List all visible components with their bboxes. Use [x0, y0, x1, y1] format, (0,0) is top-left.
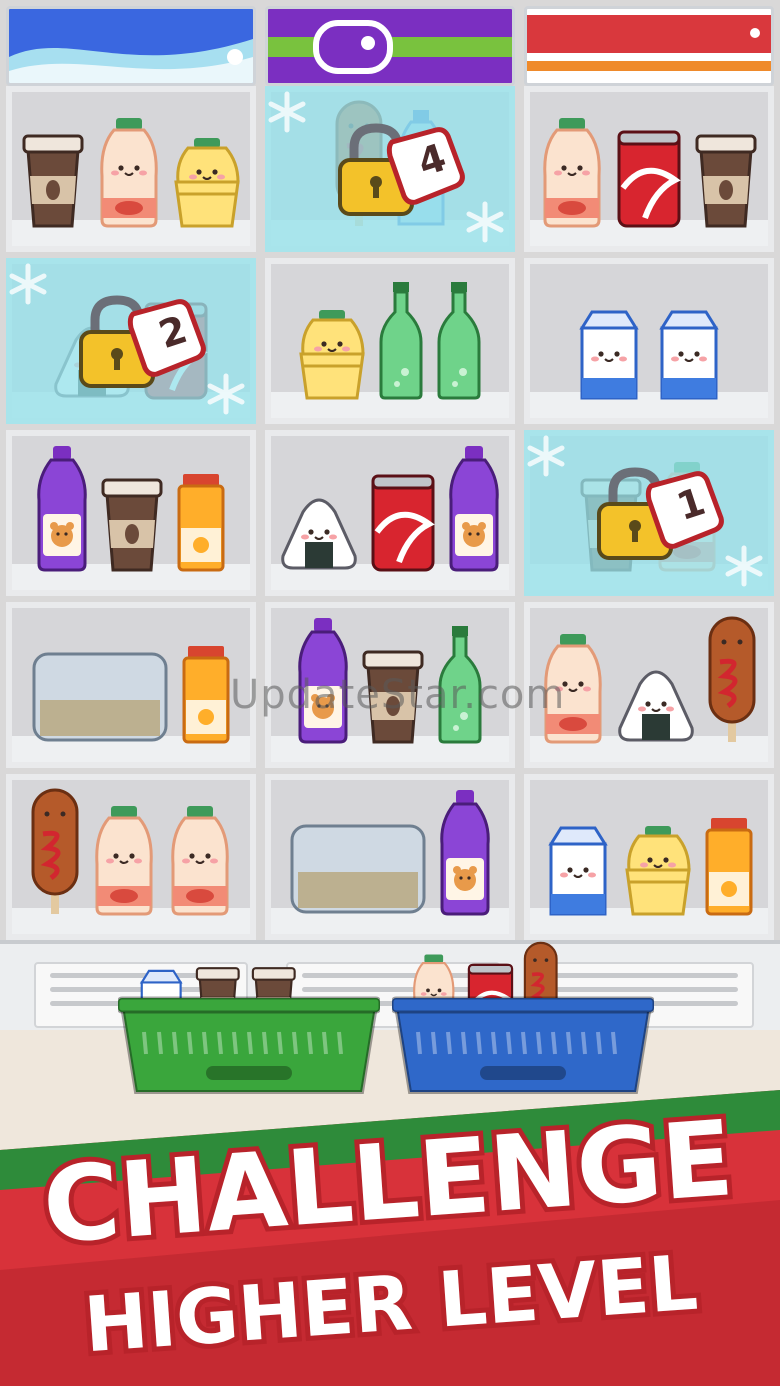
grape-juice-bottle-icon	[440, 790, 490, 916]
grape-juice-bottle-item[interactable]	[447, 444, 501, 576]
shelf-back	[530, 264, 768, 392]
store-sign-purple	[265, 6, 515, 86]
shelf-r3-c3[interactable]: 1	[524, 430, 774, 596]
store-sign-red	[524, 6, 774, 86]
yogurt-bottle-item[interactable]	[167, 804, 233, 920]
shelf-r1-c2[interactable]: 4	[265, 86, 515, 252]
orange-juice-bottle-icon	[705, 818, 753, 916]
yogurt-bottle-item[interactable]	[96, 116, 162, 232]
shelf-r5-c3[interactable]	[524, 774, 774, 940]
shelf-r3-c1[interactable]	[6, 430, 256, 596]
onigiri-icon	[281, 498, 357, 570]
onigiri-item[interactable]	[616, 668, 696, 748]
pudding-cup-icon	[174, 138, 240, 228]
cola-can-icon	[617, 130, 681, 228]
stripe-sign-icon	[527, 15, 771, 71]
yogurt-bottle-icon	[100, 118, 158, 228]
milk-carton-item[interactable]	[574, 308, 644, 404]
shelf-r2-c1[interactable]: 2	[6, 258, 256, 424]
lock-1[interactable]: 1	[595, 466, 725, 566]
cola-can-icon	[371, 474, 435, 572]
challenge-banner: CHALLENGE HIGHER LEVEL	[0, 1090, 780, 1386]
pudding-cup-icon	[299, 310, 365, 400]
milk-carton-icon	[548, 826, 608, 916]
corn-dog-icon	[31, 788, 79, 914]
milk-carton-icon	[579, 310, 639, 400]
grape-juice-bottle-icon	[449, 446, 499, 572]
cola-can-item[interactable]	[369, 472, 437, 576]
yogurt-bottle-item[interactable]	[91, 804, 157, 920]
orange-juice-bottle-item[interactable]	[703, 816, 755, 920]
pudding-cup-item[interactable]	[297, 308, 367, 404]
coffee-cup-item[interactable]	[99, 470, 165, 576]
watermark: UpdateStar.com	[230, 672, 566, 718]
lock-2[interactable]: 2	[77, 294, 207, 394]
basket-body	[116, 992, 382, 1102]
grape-juice-bottle-item[interactable]	[438, 788, 492, 920]
orange-juice-bottle-item[interactable]	[180, 644, 232, 748]
green-soda-bottle-icon	[437, 282, 481, 400]
basket-body	[390, 992, 656, 1102]
shelf-r2-c3[interactable]	[524, 258, 774, 424]
yogurt-bottle-icon	[171, 806, 229, 916]
cola-can-item[interactable]	[615, 128, 683, 232]
yogurt-bottle-icon	[543, 118, 601, 228]
basket-icon	[116, 996, 382, 1094]
lock-4[interactable]: 4	[336, 122, 466, 222]
shelf-r5-c1[interactable]	[6, 774, 256, 940]
shelf-r1-c3[interactable]	[524, 86, 774, 252]
green-soda-bottle-icon	[379, 282, 423, 400]
coffee-cup-icon	[695, 134, 757, 228]
basket-icon	[390, 996, 656, 1094]
grape-juice-bottle-icon	[37, 446, 87, 572]
wave-sign-icon	[9, 39, 253, 83]
shelf-floor	[530, 392, 768, 418]
green-basket[interactable]	[116, 942, 382, 1102]
coffee-cup-icon	[101, 478, 163, 572]
milk-carton-icon	[659, 310, 719, 400]
pudding-cup-item[interactable]	[172, 136, 242, 232]
shelf-r3-c2[interactable]	[265, 430, 515, 596]
grape-juice-bottle-item[interactable]	[35, 444, 89, 576]
milk-carton-item[interactable]	[654, 308, 724, 404]
corn-dog-item[interactable]	[29, 786, 81, 920]
pill-sign-icon	[268, 20, 512, 74]
coffee-cup-icon	[22, 134, 84, 228]
juice-pack-item[interactable]	[288, 822, 428, 920]
orange-juice-bottle-icon	[177, 474, 225, 572]
orange-juice-bottle-item[interactable]	[175, 472, 227, 576]
shelf-r4-c1[interactable]	[6, 602, 256, 768]
juice-pack-item[interactable]	[30, 650, 170, 748]
onigiri-icon	[618, 670, 694, 742]
green-soda-bottle-item[interactable]	[377, 280, 425, 404]
shelf-r5-c2[interactable]	[265, 774, 515, 940]
corn-dog-item[interactable]	[706, 614, 758, 748]
shelf-r2-c2[interactable]	[265, 258, 515, 424]
green-soda-bottle-item[interactable]	[435, 280, 483, 404]
onigiri-item[interactable]	[279, 496, 359, 576]
yogurt-bottle-icon	[95, 806, 153, 916]
milk-carton-item[interactable]	[543, 824, 613, 920]
juice-pack-icon	[290, 824, 426, 914]
coffee-cup-item[interactable]	[693, 126, 759, 232]
shelf-r1-c1[interactable]	[6, 86, 256, 252]
store-sign-blue	[6, 6, 256, 86]
yogurt-bottle-item[interactable]	[539, 116, 605, 232]
blue-basket[interactable]	[390, 942, 656, 1102]
pudding-cup-icon	[625, 826, 691, 916]
corn-dog-icon	[708, 616, 756, 742]
coffee-cup-item[interactable]	[20, 126, 86, 232]
pudding-cup-item[interactable]	[623, 824, 693, 920]
juice-pack-icon	[32, 652, 168, 742]
orange-juice-bottle-icon	[182, 646, 230, 744]
